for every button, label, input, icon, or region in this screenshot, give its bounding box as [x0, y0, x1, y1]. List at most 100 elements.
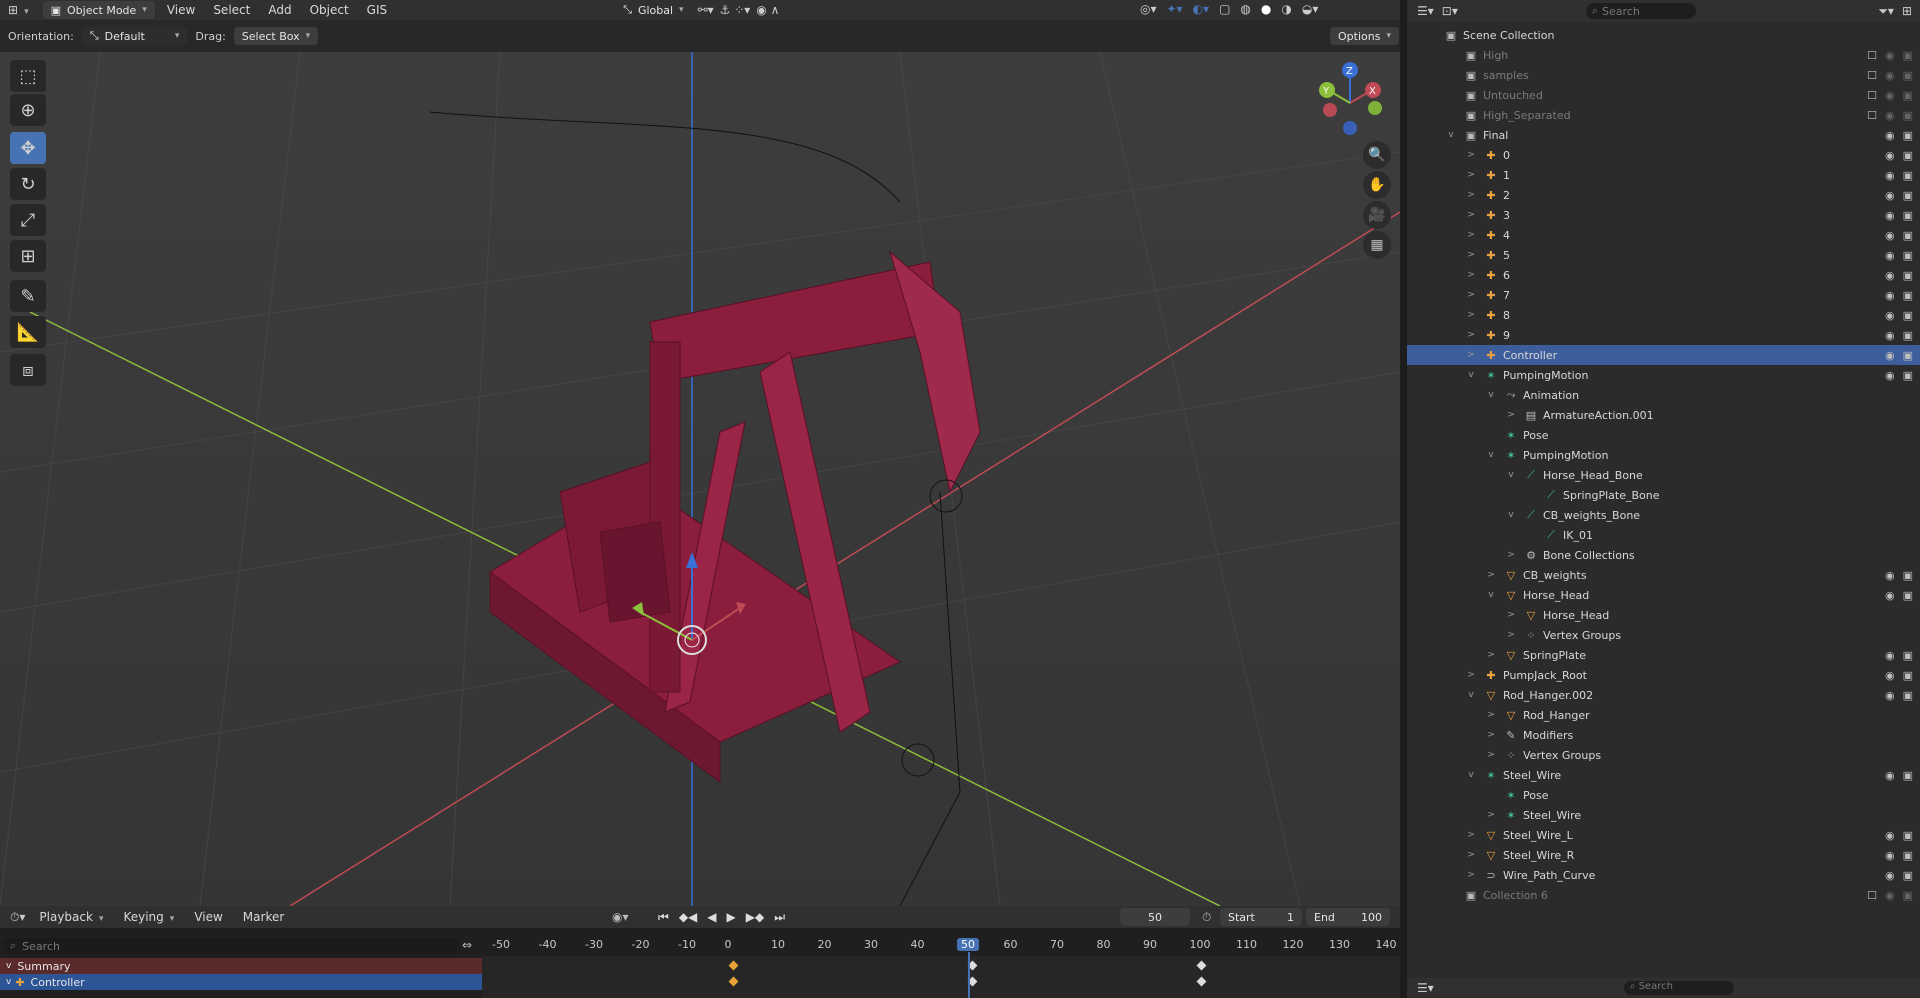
outliner-row[interactable]: > ✚ 2 ◉ ▣: [1407, 185, 1920, 205]
menu-gis[interactable]: GIS: [361, 3, 393, 17]
eye-icon[interactable]: ◉: [1885, 109, 1895, 122]
camera-render-icon[interactable]: ▣: [1903, 829, 1913, 842]
expand-toggle-icon[interactable]: >: [1505, 610, 1517, 620]
outliner-row[interactable]: ▣ Scene Collection: [1407, 25, 1920, 45]
row-visibility-toggles[interactable]: ◉ ▣: [1885, 669, 1913, 682]
move-tool[interactable]: ✥: [10, 132, 46, 164]
expand-toggle-icon[interactable]: >: [1485, 570, 1497, 580]
snap-icon[interactable]: ⚓ ⁘▾: [720, 3, 751, 17]
menu-marker[interactable]: Marker: [237, 910, 290, 924]
visibility-icon[interactable]: ◎▾: [1140, 2, 1157, 16]
stopwatch-icon[interactable]: ⏱: [1202, 910, 1211, 925]
filter-icon[interactable]: ⏷▾: [1878, 4, 1894, 19]
row-visibility-toggles[interactable]: ◉ ▣: [1885, 649, 1913, 662]
outliner-row[interactable]: ⟋ IK_01: [1407, 525, 1920, 545]
row-visibility-toggles[interactable]: ◉ ▣: [1885, 249, 1913, 262]
row-visibility-toggles[interactable]: ☐ ◉ ▣: [1867, 889, 1913, 902]
play-icon[interactable]: ▶: [727, 910, 736, 925]
scale-tool[interactable]: ⤢: [10, 204, 46, 236]
camera-render-icon[interactable]: ▣: [1903, 769, 1913, 782]
jump-start-icon[interactable]: ⏮: [658, 910, 669, 925]
cursor-tool[interactable]: ⊕: [10, 94, 46, 126]
expand-toggle-icon[interactable]: >: [1465, 270, 1477, 280]
eye-icon[interactable]: ◉: [1885, 129, 1895, 142]
eye-icon[interactable]: ◉: [1885, 829, 1895, 842]
prev-keyframe-icon[interactable]: ◆◀: [679, 910, 697, 925]
row-visibility-toggles[interactable]: ◉ ▣: [1885, 689, 1913, 702]
row-visibility-toggles[interactable]: ◉ ▣: [1885, 589, 1913, 602]
expand-toggle-icon[interactable]: >: [1485, 750, 1497, 760]
eye-icon[interactable]: ◉: [1885, 149, 1895, 162]
checkbox-icon[interactable]: ☐: [1867, 889, 1877, 902]
expand-toggle-icon[interactable]: >: [1465, 330, 1477, 340]
transform-tool[interactable]: ⊞: [10, 240, 46, 272]
channel-search-field[interactable]: ⌕ Search: [4, 938, 460, 954]
camera-render-icon[interactable]: ▣: [1903, 69, 1913, 82]
eye-icon[interactable]: ◉: [1885, 869, 1895, 882]
expand-toggle-icon[interactable]: v: [1485, 390, 1497, 400]
expand-toggle-icon[interactable]: >: [1485, 710, 1497, 720]
swap-icon[interactable]: ⇔: [462, 938, 472, 952]
expand-toggle-icon[interactable]: >: [1505, 410, 1517, 420]
row-visibility-toggles[interactable]: ◉ ▣: [1885, 569, 1913, 582]
eye-icon[interactable]: ◉: [1885, 769, 1895, 782]
row-visibility-toggles[interactable]: ☐ ◉ ▣: [1867, 109, 1913, 122]
eye-icon[interactable]: ◉: [1885, 169, 1895, 182]
outliner-row[interactable]: ⟋ SpringPlate_Bone: [1407, 485, 1920, 505]
expand-toggle-icon[interactable]: >: [1465, 850, 1477, 860]
outliner-row[interactable]: ▣ Collection 6 ☐ ◉ ▣: [1407, 885, 1920, 905]
transform-orientation-dropdown[interactable]: ⤡ Global ▾: [615, 1, 691, 19]
row-visibility-toggles[interactable]: ◉ ▣: [1885, 769, 1913, 782]
eye-icon[interactable]: ◉: [1885, 229, 1895, 242]
row-visibility-toggles[interactable]: ◉ ▣: [1885, 169, 1913, 182]
properties-editor-icon[interactable]: ☰▾: [1417, 981, 1434, 995]
overlay-toggle-icon[interactable]: ◐▾: [1193, 2, 1210, 16]
camera-render-icon[interactable]: ▣: [1903, 689, 1913, 702]
expand-toggle-icon[interactable]: >: [1485, 810, 1497, 820]
eye-icon[interactable]: ◉: [1885, 249, 1895, 262]
outliner-search-field[interactable]: ⌕ Search: [1585, 3, 1696, 19]
camera-render-icon[interactable]: ▣: [1903, 869, 1913, 882]
annotate-tool[interactable]: ✎: [10, 280, 46, 312]
checkbox-icon[interactable]: ☐: [1867, 89, 1877, 102]
camera-render-icon[interactable]: ▣: [1903, 589, 1913, 602]
row-visibility-toggles[interactable]: ◉ ▣: [1885, 829, 1913, 842]
outliner-row[interactable]: > ▤ ArmatureAction.001: [1407, 405, 1920, 425]
outliner-row[interactable]: > ✚ 0 ◉ ▣: [1407, 145, 1920, 165]
eye-icon[interactable]: ◉: [1885, 689, 1895, 702]
eye-icon[interactable]: ◉: [1885, 349, 1895, 362]
camera-render-icon[interactable]: ▣: [1903, 209, 1913, 222]
outliner-row[interactable]: ▣ High_Separated ☐ ◉ ▣: [1407, 105, 1920, 125]
outliner-row[interactable]: v ✶ PumpingMotion: [1407, 445, 1920, 465]
outliner-row[interactable]: v ▽ Horse_Head ◉ ▣: [1407, 585, 1920, 605]
camera-render-icon[interactable]: ▣: [1903, 569, 1913, 582]
outliner-row[interactable]: ▣ samples ☐ ◉ ▣: [1407, 65, 1920, 85]
expand-toggle-icon[interactable]: >: [1465, 310, 1477, 320]
expand-toggle-icon[interactable]: v: [1465, 690, 1477, 700]
outliner-editor-icon[interactable]: ☰▾: [1417, 4, 1434, 18]
outliner-row[interactable]: > ✚ 4 ◉ ▣: [1407, 225, 1920, 245]
eye-icon[interactable]: ◉: [1885, 89, 1895, 102]
add-cube-tool[interactable]: ⧈: [10, 354, 46, 386]
row-visibility-toggles[interactable]: ◉ ▣: [1885, 329, 1913, 342]
expand-toggle-icon[interactable]: >: [1485, 650, 1497, 660]
expand-toggle-icon[interactable]: v: [1505, 510, 1517, 520]
camera-render-icon[interactable]: ▣: [1903, 89, 1913, 102]
eye-icon[interactable]: ◉: [1885, 189, 1895, 202]
expand-toggle-icon[interactable]: >: [1465, 870, 1477, 880]
footer-search-field[interactable]: ⌕ Search: [1623, 981, 1734, 995]
row-visibility-toggles[interactable]: ◉ ▣: [1885, 129, 1913, 142]
outliner-row[interactable]: > ✚ 9 ◉ ▣: [1407, 325, 1920, 345]
play-reverse-icon[interactable]: ◀: [707, 910, 716, 925]
camera-render-icon[interactable]: ▣: [1903, 269, 1913, 282]
dopesheet-area[interactable]: [482, 956, 1400, 998]
row-visibility-toggles[interactable]: ◉ ▣: [1885, 849, 1913, 862]
outliner-row[interactable]: > ▽ Horse_Head: [1407, 605, 1920, 625]
row-visibility-toggles[interactable]: ◉ ▣: [1885, 289, 1913, 302]
viewport[interactable]: [0, 52, 1400, 906]
camera-render-icon[interactable]: ▣: [1903, 149, 1913, 162]
menu-keying[interactable]: Keying ▾: [117, 910, 180, 924]
expand-toggle-icon[interactable]: >: [1465, 830, 1477, 840]
orientation-dropdown[interactable]: ⤡ Default ▾: [81, 27, 188, 45]
eye-icon[interactable]: ◉: [1885, 209, 1895, 222]
